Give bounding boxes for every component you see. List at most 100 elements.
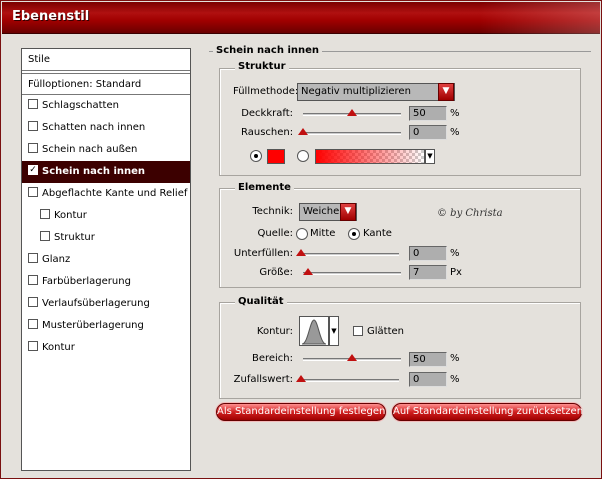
checkbox-icon[interactable] — [28, 143, 38, 153]
style-list-item-label: Fülloptionen: Standard — [28, 79, 142, 90]
glaetten-checkbox[interactable] — [353, 326, 363, 336]
watermark: © by Christa — [437, 208, 503, 219]
checkbox-icon[interactable] — [40, 231, 50, 241]
fuellmethode-label: Füllmethode: — [233, 86, 299, 97]
glow-gradient-picker[interactable] — [315, 149, 425, 164]
gradient-chevron-down-icon[interactable]: ▼ — [425, 149, 435, 164]
groesse-input[interactable]: 7 — [409, 265, 447, 280]
style-list-item-label: Struktur — [54, 232, 95, 243]
checkbox-icon[interactable] — [28, 297, 38, 307]
panel-title: Schein nach innen — [213, 45, 323, 56]
checkbox-icon[interactable] — [28, 121, 38, 131]
deckkraft-input[interactable]: 50 — [409, 106, 447, 121]
quelle-label: Quelle: — [257, 228, 293, 239]
style-list-item-label: Verlaufsüberlagerung — [42, 298, 150, 309]
style-list-item-label: Stile — [28, 54, 50, 65]
checkbox-checked-icon[interactable]: ✓ — [28, 165, 38, 175]
style-list-item[interactable]: Musterüberlagerung — [22, 315, 190, 337]
checkbox-icon[interactable] — [28, 253, 38, 263]
rauschen-slider-thumb[interactable] — [298, 128, 308, 135]
glow-color-swatch[interactable] — [267, 149, 285, 164]
quelle-kante-radio[interactable] — [348, 228, 360, 240]
style-list-item-label: Glanz — [42, 254, 71, 265]
deckkraft-slider-thumb[interactable] — [347, 109, 357, 116]
unterfuellen-slider-track[interactable] — [301, 253, 399, 256]
technik-value: Weicher — [303, 206, 344, 217]
rauschen-unit: % — [450, 127, 460, 138]
style-list-item-label: Schatten nach innen — [42, 122, 146, 133]
style-list-item[interactable]: ✓ Schein nach innen — [22, 161, 190, 183]
style-list-item[interactable]: Schlagschatten — [22, 95, 190, 117]
chevron-down-icon[interactable]: ▼ — [438, 83, 454, 101]
style-list-item[interactable]: Kontur — [22, 337, 190, 359]
title-bar[interactable]: Ebenenstil — [2, 2, 600, 34]
bereich-input[interactable]: 50 — [409, 352, 447, 367]
reset-default-button[interactable]: Auf Standardeinstellung zurücksetzen — [392, 403, 583, 421]
style-list-item[interactable]: Stile — [22, 49, 190, 71]
struktur-title: Struktur — [235, 61, 289, 72]
checkbox-icon[interactable] — [28, 341, 38, 351]
rauschen-slider-track[interactable] — [303, 132, 401, 135]
unterfuellen-slider-thumb[interactable] — [296, 249, 306, 256]
style-list-item[interactable]: Abgeflachte Kante und Relief — [22, 183, 190, 205]
contour-chevron-down-icon[interactable]: ▼ — [329, 316, 339, 346]
bereich-slider-thumb[interactable] — [347, 354, 357, 361]
zufallswert-slider-thumb[interactable] — [296, 375, 306, 382]
qualitaet-title: Qualität — [235, 296, 287, 307]
style-list-item-label: Farbüberlagerung — [42, 276, 131, 287]
kontur-label: Kontur: — [256, 326, 293, 337]
style-list-item[interactable]: Schatten nach innen — [22, 117, 190, 139]
style-list-item[interactable]: Verlaufsüberlagerung — [22, 293, 190, 315]
unterfuellen-label: Unterfüllen: — [233, 248, 293, 259]
bereich-unit: % — [450, 353, 460, 364]
bereich-label: Bereich: — [251, 353, 293, 364]
gradient-mode-radio[interactable] — [297, 150, 309, 162]
fuellmethode-dropdown[interactable]: Negativ multiplizieren ▼ — [297, 83, 455, 101]
technik-chevron-down-icon[interactable]: ▼ — [340, 203, 356, 221]
contour-curve-icon — [301, 319, 327, 345]
unterfuellen-unit: % — [450, 248, 460, 259]
zufallswert-input[interactable]: 0 — [409, 372, 447, 387]
groesse-unit: Px — [450, 267, 462, 278]
set-default-button[interactable]: Als Standardeinstellung festlegen — [216, 403, 386, 421]
style-list-item[interactable]: Glanz — [22, 249, 190, 271]
glaetten-label: Glätten — [367, 326, 404, 337]
style-list-item-label: Kontur — [42, 342, 75, 353]
quelle-mitte-radio[interactable] — [296, 228, 308, 240]
color-mode-radio[interactable] — [250, 150, 262, 162]
deckkraft-unit: % — [450, 108, 460, 119]
checkbox-icon[interactable] — [28, 275, 38, 285]
deckkraft-label: Deckkraft: — [241, 108, 293, 119]
style-list-item[interactable]: Farbüberlagerung — [22, 271, 190, 293]
window-title: Ebenenstil — [12, 9, 90, 24]
title-bar-shine — [480, 2, 600, 34]
checkbox-icon[interactable] — [40, 209, 50, 219]
style-list-item[interactable]: Fülloptionen: Standard — [22, 73, 190, 95]
technik-dropdown[interactable]: Weicher ▼ — [299, 203, 357, 221]
style-list-item-label: Schein nach außen — [42, 144, 138, 155]
style-list-item-label: Abgeflachte Kante und Relief — [42, 188, 188, 199]
style-list-item-label: Schlagschatten — [42, 100, 119, 111]
unterfuellen-input[interactable]: 0 — [409, 246, 447, 261]
zufallswert-slider-track[interactable] — [301, 379, 399, 382]
quelle-kante-label: Kante — [363, 228, 392, 239]
checkbox-icon[interactable] — [28, 99, 38, 109]
checkbox-icon[interactable] — [28, 319, 38, 329]
style-list-item-label: Kontur — [54, 210, 87, 221]
rauschen-input[interactable]: 0 — [409, 125, 447, 140]
style-list-item[interactable]: Schein nach außen — [22, 139, 190, 161]
layer-style-window: Ebenenstil Stile Fülloptionen: Standard Sc… — [0, 0, 602, 479]
checkbox-icon[interactable] — [28, 187, 38, 197]
style-list-item[interactable]: Struktur — [22, 227, 190, 249]
zufallswert-unit: % — [450, 374, 460, 385]
style-list-item-label: Musterüberlagerung — [42, 320, 144, 331]
groesse-slider-thumb[interactable] — [303, 268, 313, 275]
zufallswert-label: Zufallswert: — [233, 374, 293, 385]
style-list-item[interactable]: Kontur — [22, 205, 190, 227]
quelle-mitte-label: Mitte — [310, 228, 336, 239]
style-list: Stile Fülloptionen: Standard Schlagschatte… — [21, 48, 191, 471]
contour-preview[interactable] — [299, 316, 329, 346]
groesse-slider-track[interactable] — [303, 272, 401, 275]
elemente-title: Elemente — [235, 182, 294, 193]
fuellmethode-value: Negativ multiplizieren — [301, 86, 411, 97]
